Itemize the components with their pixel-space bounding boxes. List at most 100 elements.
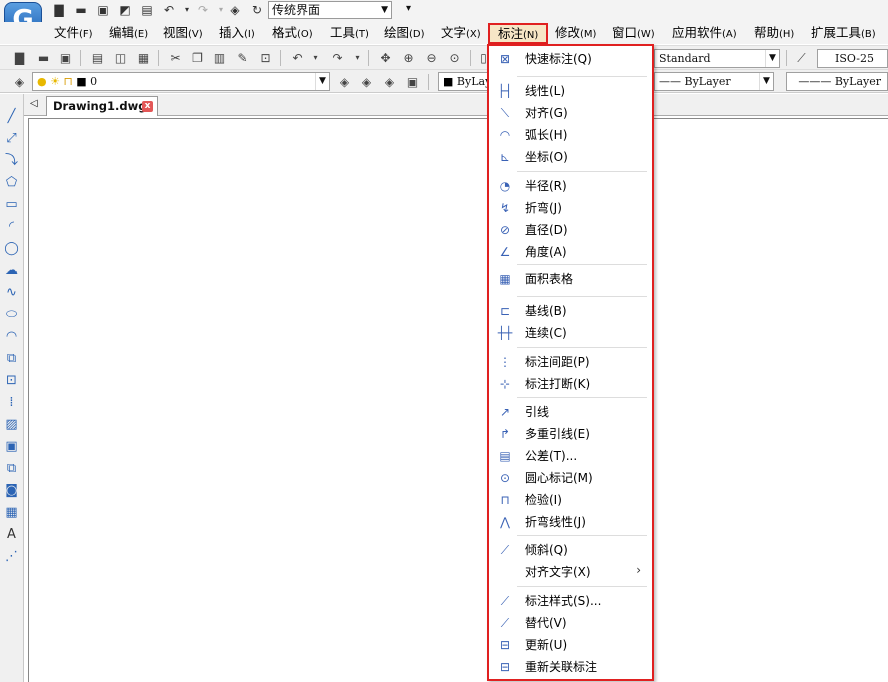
open-folder-icon[interactable]: ▬ — [74, 3, 88, 17]
menu-item[interactable]: ⟋ 标注样式(S)... — [491, 590, 649, 612]
menu-item[interactable]: ▦ 面积表格 — [491, 268, 649, 290]
drawing-canvas[interactable] — [28, 118, 888, 682]
menu-draw[interactable]: 绘图(D) — [384, 25, 425, 43]
menu-item[interactable]: ⊏ 基线(B) — [491, 300, 649, 322]
revision-cloud-icon[interactable]: ☁ — [3, 262, 20, 279]
make-current-layer-icon[interactable]: ◈ — [337, 75, 352, 89]
undo-dropdown-icon[interactable]: ▾ — [308, 51, 323, 65]
menu-text[interactable]: 文字(X) — [441, 25, 481, 43]
zoom-realtime-icon[interactable]: ⊕ — [401, 51, 416, 65]
ellipse-icon[interactable]: ⬭ — [3, 306, 20, 323]
arc-icon[interactable]: ◜ — [3, 218, 20, 235]
customize-quick-access-icon[interactable]: ▾ — [406, 3, 411, 14]
make-block-icon[interactable]: ⊡ — [3, 372, 20, 389]
redo-icon[interactable]: ↷ — [330, 51, 345, 65]
wipeout-icon[interactable]: ◙ — [3, 482, 20, 499]
publish-icon[interactable]: ▦ — [136, 51, 151, 65]
menu-item[interactable]: 对齐文字(X) › — [491, 561, 649, 583]
redo-dropdown-icon[interactable]: ▾ — [214, 3, 228, 17]
gradient-icon[interactable]: ▣ — [3, 438, 20, 455]
hatch-icon[interactable]: ▨ — [3, 416, 20, 433]
new-file-icon[interactable]: ▇ — [12, 51, 27, 65]
print-icon[interactable]: ▤ — [90, 51, 105, 65]
open-folder-icon[interactable]: ▬ — [36, 51, 51, 65]
menu-extension-tools[interactable]: 扩展工具(B) — [811, 25, 876, 43]
mtext-icon[interactable]: A — [3, 526, 20, 543]
construction-line-icon[interactable]: ⤢ — [3, 130, 20, 147]
workspace-select[interactable]: 传统界面 ▼ — [268, 1, 392, 19]
menu-item[interactable]: ┼┼ 连续(C) — [491, 322, 649, 344]
dim-style-icon[interactable]: ⟋ — [794, 51, 809, 65]
text-style-select[interactable]: Standard ▼ — [654, 49, 780, 68]
add-selected-icon[interactable]: ⋰ — [3, 548, 20, 565]
menu-item[interactable]: ⟋ 替代(V) — [491, 612, 649, 634]
close-icon[interactable]: x — [142, 101, 153, 112]
menu-view[interactable]: 视图(V) — [163, 25, 203, 43]
menu-file[interactable]: 文件(F) — [54, 25, 93, 43]
redo-icon[interactable]: ↷ — [196, 3, 210, 17]
layer-select[interactable]: ● ☀ ⊓ ■ 0 ▼ — [32, 72, 330, 91]
tab-drawing1[interactable]: Drawing1.dwg x — [46, 96, 158, 116]
redo-dropdown-icon[interactable]: ▾ — [350, 51, 365, 65]
tab-scroll-left-icon[interactable]: ◁ — [30, 98, 38, 109]
layer-match-icon[interactable]: ▣ — [405, 75, 420, 89]
polyline-icon[interactable]: ⤵ — [3, 152, 20, 169]
copy-icon[interactable]: ❐ — [190, 51, 205, 65]
menu-item[interactable]: ⊟ 更新(U) — [491, 634, 649, 656]
refresh-icon[interactable]: ↻ — [250, 3, 264, 17]
dim-style-select[interactable]: ISO-25 — [817, 49, 888, 68]
menu-item[interactable]: ⋀ 折弯线性(J) — [491, 511, 649, 533]
menu-item[interactable]: ◠ 弧长(H) — [491, 124, 649, 146]
layers-icon[interactable]: ◈ — [228, 3, 242, 17]
polygon-icon[interactable]: ⬠ — [3, 174, 20, 191]
print-icon[interactable]: ▤ — [140, 3, 154, 17]
menu-dimension[interactable]: 标注(N) — [488, 23, 548, 44]
save-as-icon[interactable]: ◩ — [118, 3, 132, 17]
menu-item[interactable]: ↯ 折弯(J) — [491, 197, 649, 219]
layer-state-icon[interactable]: ◈ — [382, 75, 397, 89]
cut-icon[interactable]: ✂ — [168, 51, 183, 65]
menu-insert[interactable]: 插入(I) — [219, 25, 255, 43]
menu-item[interactable]: ∠ 角度(A) — [491, 241, 649, 263]
region-icon[interactable]: ⧉ — [3, 460, 20, 477]
menu-item[interactable]: ↱ 多重引线(E) — [491, 423, 649, 445]
spline-icon[interactable]: ∿ — [3, 284, 20, 301]
menu-item[interactable]: ⊘ 直径(D) — [491, 219, 649, 241]
undo-icon[interactable]: ↶ — [290, 51, 305, 65]
menu-item[interactable]: ⊟ 重新关联标注 — [491, 656, 649, 678]
table-icon[interactable]: ▦ — [3, 504, 20, 521]
rectangle-icon[interactable]: ▭ — [3, 196, 20, 213]
layer-manager-icon[interactable]: ◈ — [12, 75, 27, 89]
menu-item[interactable]: ↗ 引线 — [491, 401, 649, 423]
menu-item[interactable]: ⋮ 标注间距(P) — [491, 351, 649, 373]
linetype-select[interactable]: —— ByLayer ▼ — [654, 72, 774, 91]
menu-help[interactable]: 帮助(H) — [754, 25, 794, 43]
menu-item[interactable]: ◔ 半径(R) — [491, 175, 649, 197]
save-icon[interactable]: ▣ — [58, 51, 73, 65]
zoom-extents-icon[interactable]: ⊙ — [447, 51, 462, 65]
layer-previous-icon[interactable]: ◈ — [359, 75, 374, 89]
block-editor-icon[interactable]: ⊡ — [258, 51, 273, 65]
menu-format[interactable]: 格式(O) — [272, 25, 313, 43]
paste-icon[interactable]: ▥ — [212, 51, 227, 65]
zoom-window-icon[interactable]: ⊖ — [424, 51, 439, 65]
undo-icon[interactable]: ↶ — [162, 3, 176, 17]
menu-tools[interactable]: 工具(T) — [330, 25, 369, 43]
menu-item[interactable]: ⟋ 倾斜(Q) — [491, 539, 649, 561]
menu-modify[interactable]: 修改(M) — [555, 25, 596, 43]
undo-dropdown-icon[interactable]: ▾ — [180, 3, 194, 17]
ellipse-arc-icon[interactable]: ◠ — [3, 328, 20, 345]
new-file-icon[interactable]: ▇ — [52, 3, 66, 17]
menu-window[interactable]: 窗口(W) — [612, 25, 655, 43]
menu-item[interactable]: ⊓ 检验(I) — [491, 489, 649, 511]
insert-block-icon[interactable]: ⧉ — [3, 350, 20, 367]
menu-item[interactable]: ⊾ 坐标(O) — [491, 146, 649, 168]
menu-item[interactable]: ⊹ 标注打断(K) — [491, 373, 649, 395]
menu-item[interactable]: ⊠ 快速标注(Q) — [491, 48, 649, 70]
save-icon[interactable]: ▣ — [96, 3, 110, 17]
lineweight-select[interactable]: ——— ByLayer — [786, 72, 888, 91]
menu-item[interactable]: ▤ 公差(T)... — [491, 445, 649, 467]
menu-applications[interactable]: 应用软件(A) — [672, 25, 737, 43]
menu-item[interactable]: ├┤ 线性(L) — [491, 80, 649, 102]
match-properties-icon[interactable]: ✎ — [235, 51, 250, 65]
